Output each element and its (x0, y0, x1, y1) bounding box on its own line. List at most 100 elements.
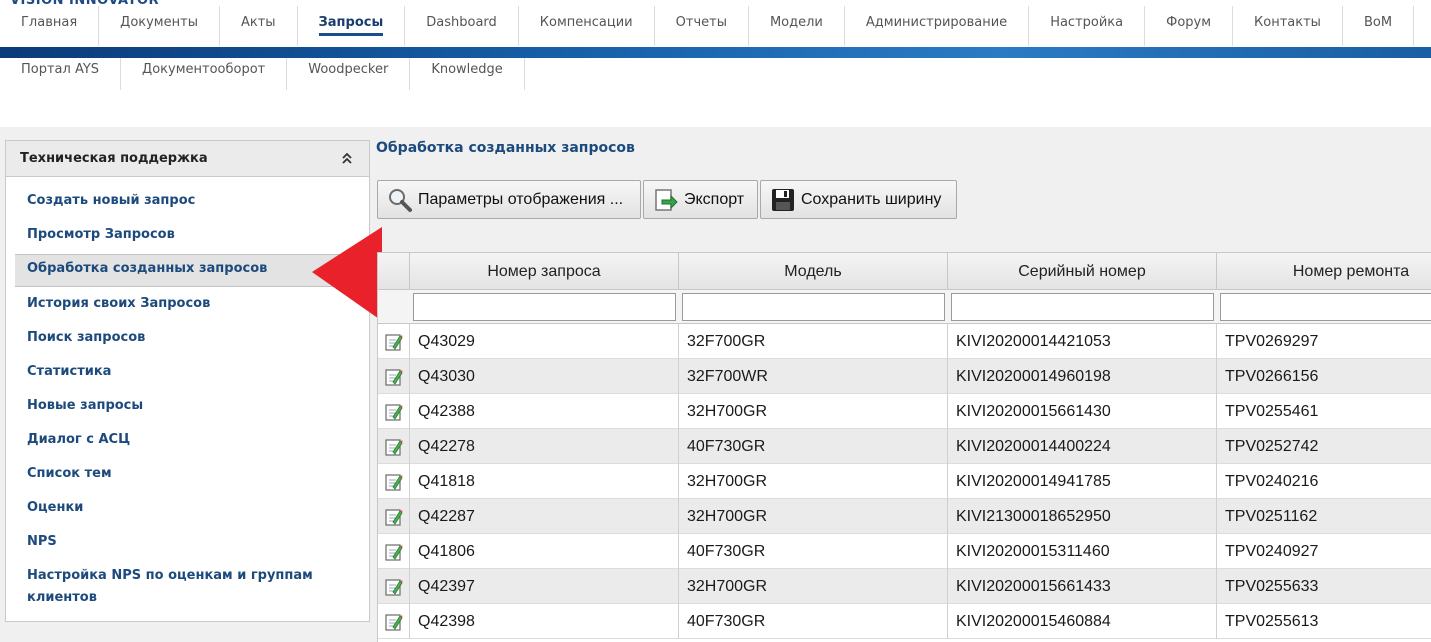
column-header-repair-number[interactable]: Номер ремонта (1217, 253, 1431, 290)
model-cell: 40F730GR (679, 534, 948, 569)
sidebar-item-search-requests[interactable]: Поиск запросов (27, 327, 145, 349)
edit-icon[interactable] (384, 543, 403, 561)
filter-model-input[interactable] (682, 293, 945, 321)
filter-request-number-input[interactable] (413, 293, 676, 321)
model-cell: 40F730GR (679, 604, 948, 639)
table-row[interactable]: Q41806 40F730GR KIVI20200015311460 TPV02409… (378, 534, 1431, 569)
edit-icon[interactable] (384, 333, 403, 351)
edit-icon[interactable] (384, 578, 403, 596)
header-accent-bar (0, 47, 1431, 58)
edit-cell[interactable] (378, 359, 410, 394)
edit-cell[interactable] (378, 324, 410, 359)
sidebar-header[interactable]: Техническая поддержка (6, 141, 369, 177)
table-row[interactable]: Q43029 32F700GR KIVI20200014421053 TPV02692… (378, 324, 1431, 359)
serial-number-cell: KIVI20200014960198 (948, 359, 1217, 394)
sidebar-item-ratings[interactable]: Оценки (27, 497, 83, 519)
edit-icon[interactable] (384, 508, 403, 526)
table-row[interactable]: Q42398 40F730GR KIVI20200015460884 TPV02556… (378, 604, 1431, 639)
table-row[interactable]: Q43030 32F700WR KIVI20200014960198 TPV02661… (378, 359, 1431, 394)
nav-item-documents[interactable]: Документы (99, 6, 220, 46)
nav-item-requests[interactable]: Запросы (298, 6, 406, 46)
nav-item-contacts[interactable]: Контакты (1233, 6, 1343, 46)
subnav-item-woodpecker[interactable]: Woodpecker (287, 58, 411, 90)
nav-item-dashboard[interactable]: Dashboard (405, 6, 519, 46)
edit-icon[interactable] (384, 613, 403, 631)
save-width-button[interactable]: Сохранить ширину (760, 180, 957, 219)
model-cell: 32H700GR (679, 499, 948, 534)
table-row[interactable]: Q42287 32H700GR KIVI21300018652950 TPV02511… (378, 499, 1431, 534)
serial-number-cell: KIVI20200015661433 (948, 569, 1217, 604)
sidebar-item-create-request[interactable]: Создать новый запрос (27, 190, 195, 212)
edit-cell[interactable] (378, 534, 410, 569)
edit-icon[interactable] (384, 438, 403, 456)
table-row[interactable]: Q42388 32H700GR KIVI20200015661430 TPV02554… (378, 394, 1431, 429)
subnav-item-knowledge[interactable]: Knowledge (410, 58, 525, 90)
magnifier-icon (389, 188, 412, 212)
filter-repair-number-input[interactable] (1220, 293, 1431, 321)
nav-item-administration[interactable]: Администрирование (845, 6, 1030, 46)
nav-item-forum[interactable]: Форум (1145, 6, 1234, 46)
sidebar-item-view-requests[interactable]: Просмотр Запросов (27, 224, 175, 246)
column-header-icon (378, 253, 410, 290)
nav-item-models[interactable]: Модели (749, 6, 845, 46)
edit-cell[interactable] (378, 394, 410, 429)
sidebar-item-process-requests[interactable]: Обработка созданных запросов (27, 258, 267, 280)
model-cell: 40F730GR (679, 429, 948, 464)
save-width-label: Сохранить ширину (801, 190, 942, 208)
request-number-cell: Q41818 (410, 464, 679, 499)
requests-grid: Номер запроса Модель Серийный номер Номе… (377, 252, 1431, 642)
page-title: Обработка созданных запросов (376, 140, 635, 156)
repair-number-cell: TPV0255613 (1217, 604, 1431, 639)
column-header-model[interactable]: Модель (679, 253, 948, 290)
nav-item-settings[interactable]: Настройка (1029, 6, 1146, 46)
sidebar: Техническая поддержка Создать новый запр… (5, 140, 370, 622)
sidebar-item-topic-list[interactable]: Список тем (27, 463, 112, 485)
request-number-cell: Q42398 (410, 604, 679, 639)
sidebar-item-statistics[interactable]: Статистика (27, 361, 111, 383)
edit-cell[interactable] (378, 569, 410, 604)
table-row[interactable]: Q42397 32H700GR KIVI20200015661433 TPV02556… (378, 569, 1431, 604)
nav-item-acts[interactable]: Акты (220, 6, 298, 46)
filter-serial-number-input[interactable] (951, 293, 1214, 321)
repair-number-cell: TPV0240216 (1217, 464, 1431, 499)
serial-number-cell: KIVI20200015460884 (948, 604, 1217, 639)
nav-item-reports[interactable]: Отчеты (655, 6, 749, 46)
subnav-item-ays-portal[interactable]: Портал AYS (0, 58, 122, 90)
repair-number-cell: TPV0255633 (1217, 569, 1431, 604)
serial-number-cell: KIVI20200015311460 (948, 534, 1217, 569)
display-params-button[interactable]: Параметры отображения ... (377, 180, 641, 219)
request-number-cell: Q41806 (410, 534, 679, 569)
model-cell: 32H700GR (679, 394, 948, 429)
edit-cell[interactable] (378, 604, 410, 639)
export-label: Экспорт (684, 190, 745, 208)
edit-cell[interactable] (378, 499, 410, 534)
nav-item-home[interactable]: Главная (0, 6, 100, 46)
edit-cell[interactable] (378, 464, 410, 499)
collapse-up-icon[interactable] (341, 151, 353, 165)
sidebar-item-nps-settings[interactable]: Настройка NPS по оценкам и группам клиен… (27, 565, 347, 609)
top-nav: Главная Документы Акты Запросы Dashboard… (0, 6, 1431, 46)
sidebar-item-nps[interactable]: NPS (27, 531, 57, 553)
model-cell: 32H700GR (679, 569, 948, 604)
sidebar-item-new-requests[interactable]: Новые запросы (27, 395, 143, 417)
column-header-serial-number[interactable]: Серийный номер (948, 253, 1217, 290)
edit-icon[interactable] (384, 368, 403, 386)
sidebar-item-request-history[interactable]: История своих Запросов (27, 293, 210, 315)
subnav-item-document-flow[interactable]: Документооборот (121, 58, 288, 90)
repair-number-cell: TPV0252742 (1217, 429, 1431, 464)
table-row[interactable]: Q42278 40F730GR KIVI20200014400224 TPV02527… (378, 429, 1431, 464)
request-number-cell: Q42278 (410, 429, 679, 464)
edit-icon[interactable] (384, 403, 403, 421)
table-row[interactable]: Q41818 32H700GR KIVI20200014941785 TPV02402… (378, 464, 1431, 499)
edit-icon[interactable] (384, 473, 403, 491)
request-number-cell: Q42397 (410, 569, 679, 604)
column-header-request-number[interactable]: Номер запроса (410, 253, 679, 290)
sidebar-item-asc-dialog[interactable]: Диалог с АСЦ (27, 429, 130, 451)
export-button[interactable]: Экспорт (643, 180, 758, 219)
edit-cell[interactable] (378, 429, 410, 464)
nav-item-compensations[interactable]: Компенсации (519, 6, 655, 46)
serial-number-cell: KIVI20200014400224 (948, 429, 1217, 464)
sidebar-title: Техническая поддержка (20, 151, 208, 166)
request-number-cell: Q42287 (410, 499, 679, 534)
nav-item-bom[interactable]: BoM (1343, 6, 1415, 46)
